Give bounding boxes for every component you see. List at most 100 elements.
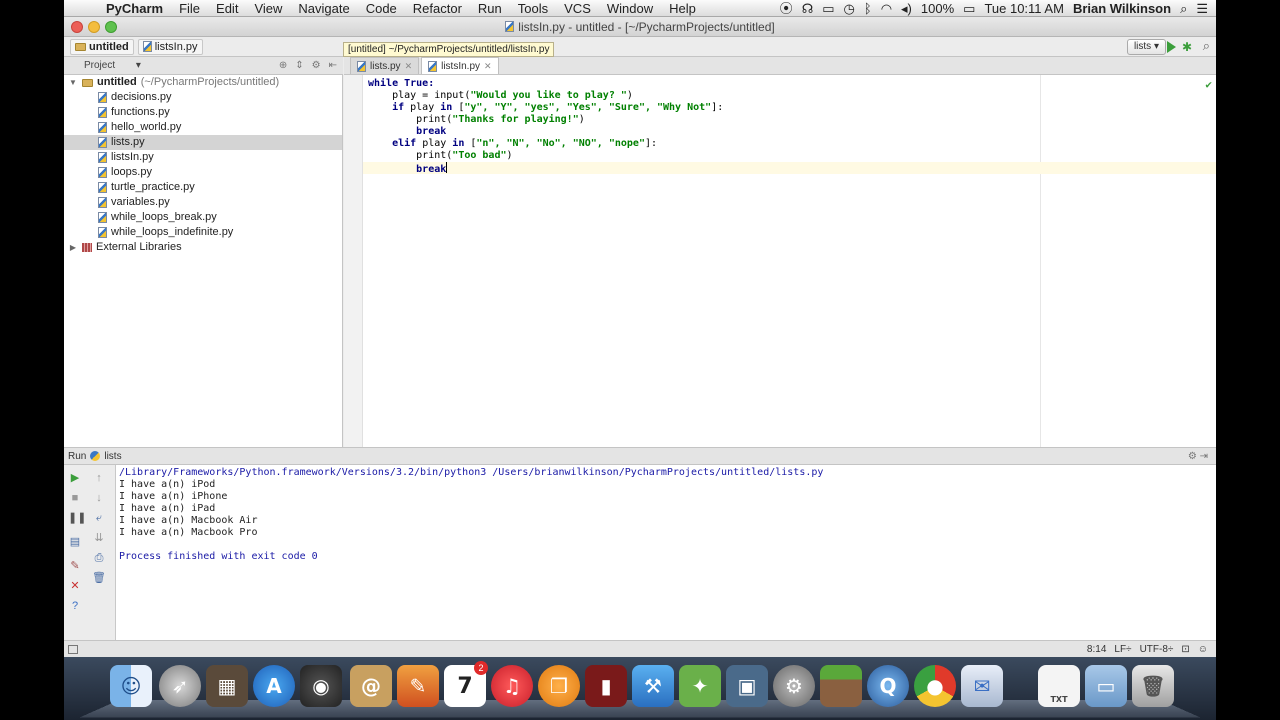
- run-config-select[interactable]: lists ▾: [1126, 39, 1166, 55]
- iphoto-icon[interactable]: ▣: [726, 665, 768, 707]
- tree-file[interactable]: turtle_practice.py: [64, 180, 342, 195]
- contacts-icon[interactable]: @: [350, 665, 392, 707]
- volume-icon[interactable]: ◂): [901, 0, 912, 17]
- code-editor[interactable]: ✔ while True: play = input("Would you li…: [363, 75, 1216, 447]
- tree-file[interactable]: hello_world.py: [64, 120, 342, 135]
- toggle-tool-windows-icon[interactable]: [68, 644, 78, 654]
- tab-lists[interactable]: lists.py ✕: [350, 57, 420, 74]
- help-icon[interactable]: ?: [68, 599, 82, 613]
- growl-icon[interactable]: ✦: [679, 665, 721, 707]
- menu-tools[interactable]: Tools: [510, 0, 556, 17]
- tree-file[interactable]: listsIn.py: [64, 150, 342, 165]
- tree-file[interactable]: loops.py: [64, 165, 342, 180]
- tree-file[interactable]: decisions.py: [64, 90, 342, 105]
- battery-percent[interactable]: 100%: [921, 0, 954, 17]
- scroll-to-end-icon[interactable]: ⇊: [92, 531, 106, 545]
- close-icon[interactable]: ✕: [68, 579, 82, 593]
- display-icon[interactable]: ▭: [822, 0, 834, 17]
- user-name[interactable]: Brian Wilkinson: [1073, 0, 1171, 17]
- console-output[interactable]: /Library/Frameworks/Python.framework/Ver…: [116, 465, 1216, 640]
- dump-threads-icon[interactable]: ▤: [68, 535, 82, 549]
- hide-panel-icon[interactable]: ⇤: [329, 60, 337, 71]
- photo-booth-icon[interactable]: ▦: [206, 665, 248, 707]
- arrow-down-icon[interactable]: ↓: [92, 491, 106, 505]
- tree-file[interactable]: functions.py: [64, 105, 342, 120]
- notification-center-icon[interactable]: ☰: [1196, 0, 1208, 17]
- arrow-up-icon[interactable]: ↑: [92, 471, 106, 485]
- lock-icon[interactable]: ⊡: [1181, 644, 1189, 655]
- finder-icon[interactable]: ☺: [110, 665, 152, 707]
- menu-vcs[interactable]: VCS: [556, 0, 599, 17]
- preview-icon[interactable]: ✉: [961, 665, 1003, 707]
- pause-icon[interactable]: ❚❚: [68, 511, 86, 525]
- minimize-window-icon[interactable]: [88, 21, 100, 33]
- minecraft-icon[interactable]: [820, 665, 862, 707]
- tab-listsin[interactable]: listsIn.py ✕: [421, 57, 499, 74]
- menu-window[interactable]: Window: [599, 0, 661, 17]
- bluetooth-icon[interactable]: ᛒ: [864, 0, 872, 17]
- breadcrumb-file[interactable]: listsIn.py: [137, 38, 203, 55]
- project-view-select[interactable]: Project ▾: [70, 60, 150, 71]
- tree-file[interactable]: while_loops_indefinite.py: [64, 225, 342, 240]
- caret-position[interactable]: 8:14: [1087, 644, 1106, 655]
- gear-icon[interactable]: ⚙ ⇥: [1188, 451, 1216, 462]
- app-store-icon[interactable]: A: [253, 665, 295, 707]
- expand-arrow-icon[interactable]: ▼: [68, 75, 78, 90]
- search-icon[interactable]: ⌕: [1203, 38, 1210, 54]
- launchpad-icon[interactable]: ➶: [159, 665, 201, 707]
- menu-navigate[interactable]: Navigate: [290, 0, 357, 17]
- pages-icon[interactable]: ✎: [397, 665, 439, 707]
- trash-icon[interactable]: 🗑: [92, 571, 106, 585]
- run-config-tab[interactable]: lists: [104, 451, 121, 462]
- pin-icon[interactable]: ✎: [68, 559, 82, 573]
- expand-arrow-icon[interactable]: ▶: [68, 240, 78, 255]
- run-button[interactable]: [1167, 41, 1176, 53]
- gear-icon[interactable]: ⚙: [312, 60, 321, 71]
- time-machine-icon[interactable]: ◷: [844, 0, 855, 17]
- spotlight-icon[interactable]: ⌕: [1180, 0, 1187, 17]
- quicktime-icon[interactable]: Q: [867, 665, 909, 707]
- debug-icon[interactable]: ✱: [1182, 40, 1192, 54]
- clock[interactable]: Tue 10:11 AM: [984, 0, 1064, 17]
- photo-booth-red-icon[interactable]: ▮: [585, 665, 627, 707]
- soft-wrap-icon[interactable]: ⤶: [92, 511, 106, 525]
- stop-icon[interactable]: ■: [68, 491, 82, 505]
- breadcrumb-project[interactable]: untitled: [70, 38, 134, 55]
- chrome-icon[interactable]: ●: [914, 665, 956, 707]
- print-icon[interactable]: ⎙: [92, 551, 106, 565]
- text-document-icon[interactable]: TXT: [1038, 665, 1080, 707]
- close-tab-icon[interactable]: ✕: [484, 61, 492, 72]
- wifi-icon[interactable]: ◠: [881, 0, 892, 17]
- folder-stack-icon[interactable]: ▭: [1085, 665, 1127, 707]
- editor-gutter[interactable]: [344, 75, 363, 447]
- xcode-icon[interactable]: ⚒: [632, 665, 674, 707]
- facetime-icon[interactable]: ◉: [300, 665, 342, 707]
- collapse-all-icon[interactable]: ⇕: [295, 60, 303, 71]
- headphones-icon[interactable]: ☊: [802, 0, 814, 17]
- trash-icon[interactable]: 🗑: [1132, 665, 1174, 707]
- scroll-from-source-icon[interactable]: ⊕: [279, 60, 287, 71]
- menu-app[interactable]: PyCharm: [98, 0, 171, 17]
- line-separator[interactable]: LF÷: [1114, 644, 1131, 655]
- menu-edit[interactable]: Edit: [208, 0, 246, 17]
- close-tab-icon[interactable]: ✕: [405, 61, 413, 72]
- record-icon[interactable]: ⦿: [780, 0, 793, 17]
- battery-icon[interactable]: ▭: [963, 0, 975, 17]
- close-window-icon[interactable]: [71, 21, 83, 33]
- menu-view[interactable]: View: [246, 0, 290, 17]
- menu-help[interactable]: Help: [661, 0, 704, 17]
- tree-file[interactable]: lists.py: [64, 135, 342, 150]
- tree-file[interactable]: variables.py: [64, 195, 342, 210]
- menu-code[interactable]: Code: [358, 0, 405, 17]
- menu-file[interactable]: File: [171, 0, 208, 17]
- inspection-ok-icon[interactable]: ✔: [1205, 78, 1212, 91]
- rerun-icon[interactable]: ▶: [68, 471, 82, 485]
- file-encoding[interactable]: UTF-8÷: [1140, 644, 1174, 655]
- zoom-window-icon[interactable]: [105, 21, 117, 33]
- itunes-icon[interactable]: ♫: [491, 665, 533, 707]
- tree-external-libraries[interactable]: ▶ External Libraries: [64, 240, 342, 255]
- system-preferences-icon[interactable]: ⚙: [773, 665, 815, 707]
- menu-run[interactable]: Run: [470, 0, 510, 17]
- tree-file[interactable]: while_loops_break.py: [64, 210, 342, 225]
- menu-refactor[interactable]: Refactor: [405, 0, 470, 17]
